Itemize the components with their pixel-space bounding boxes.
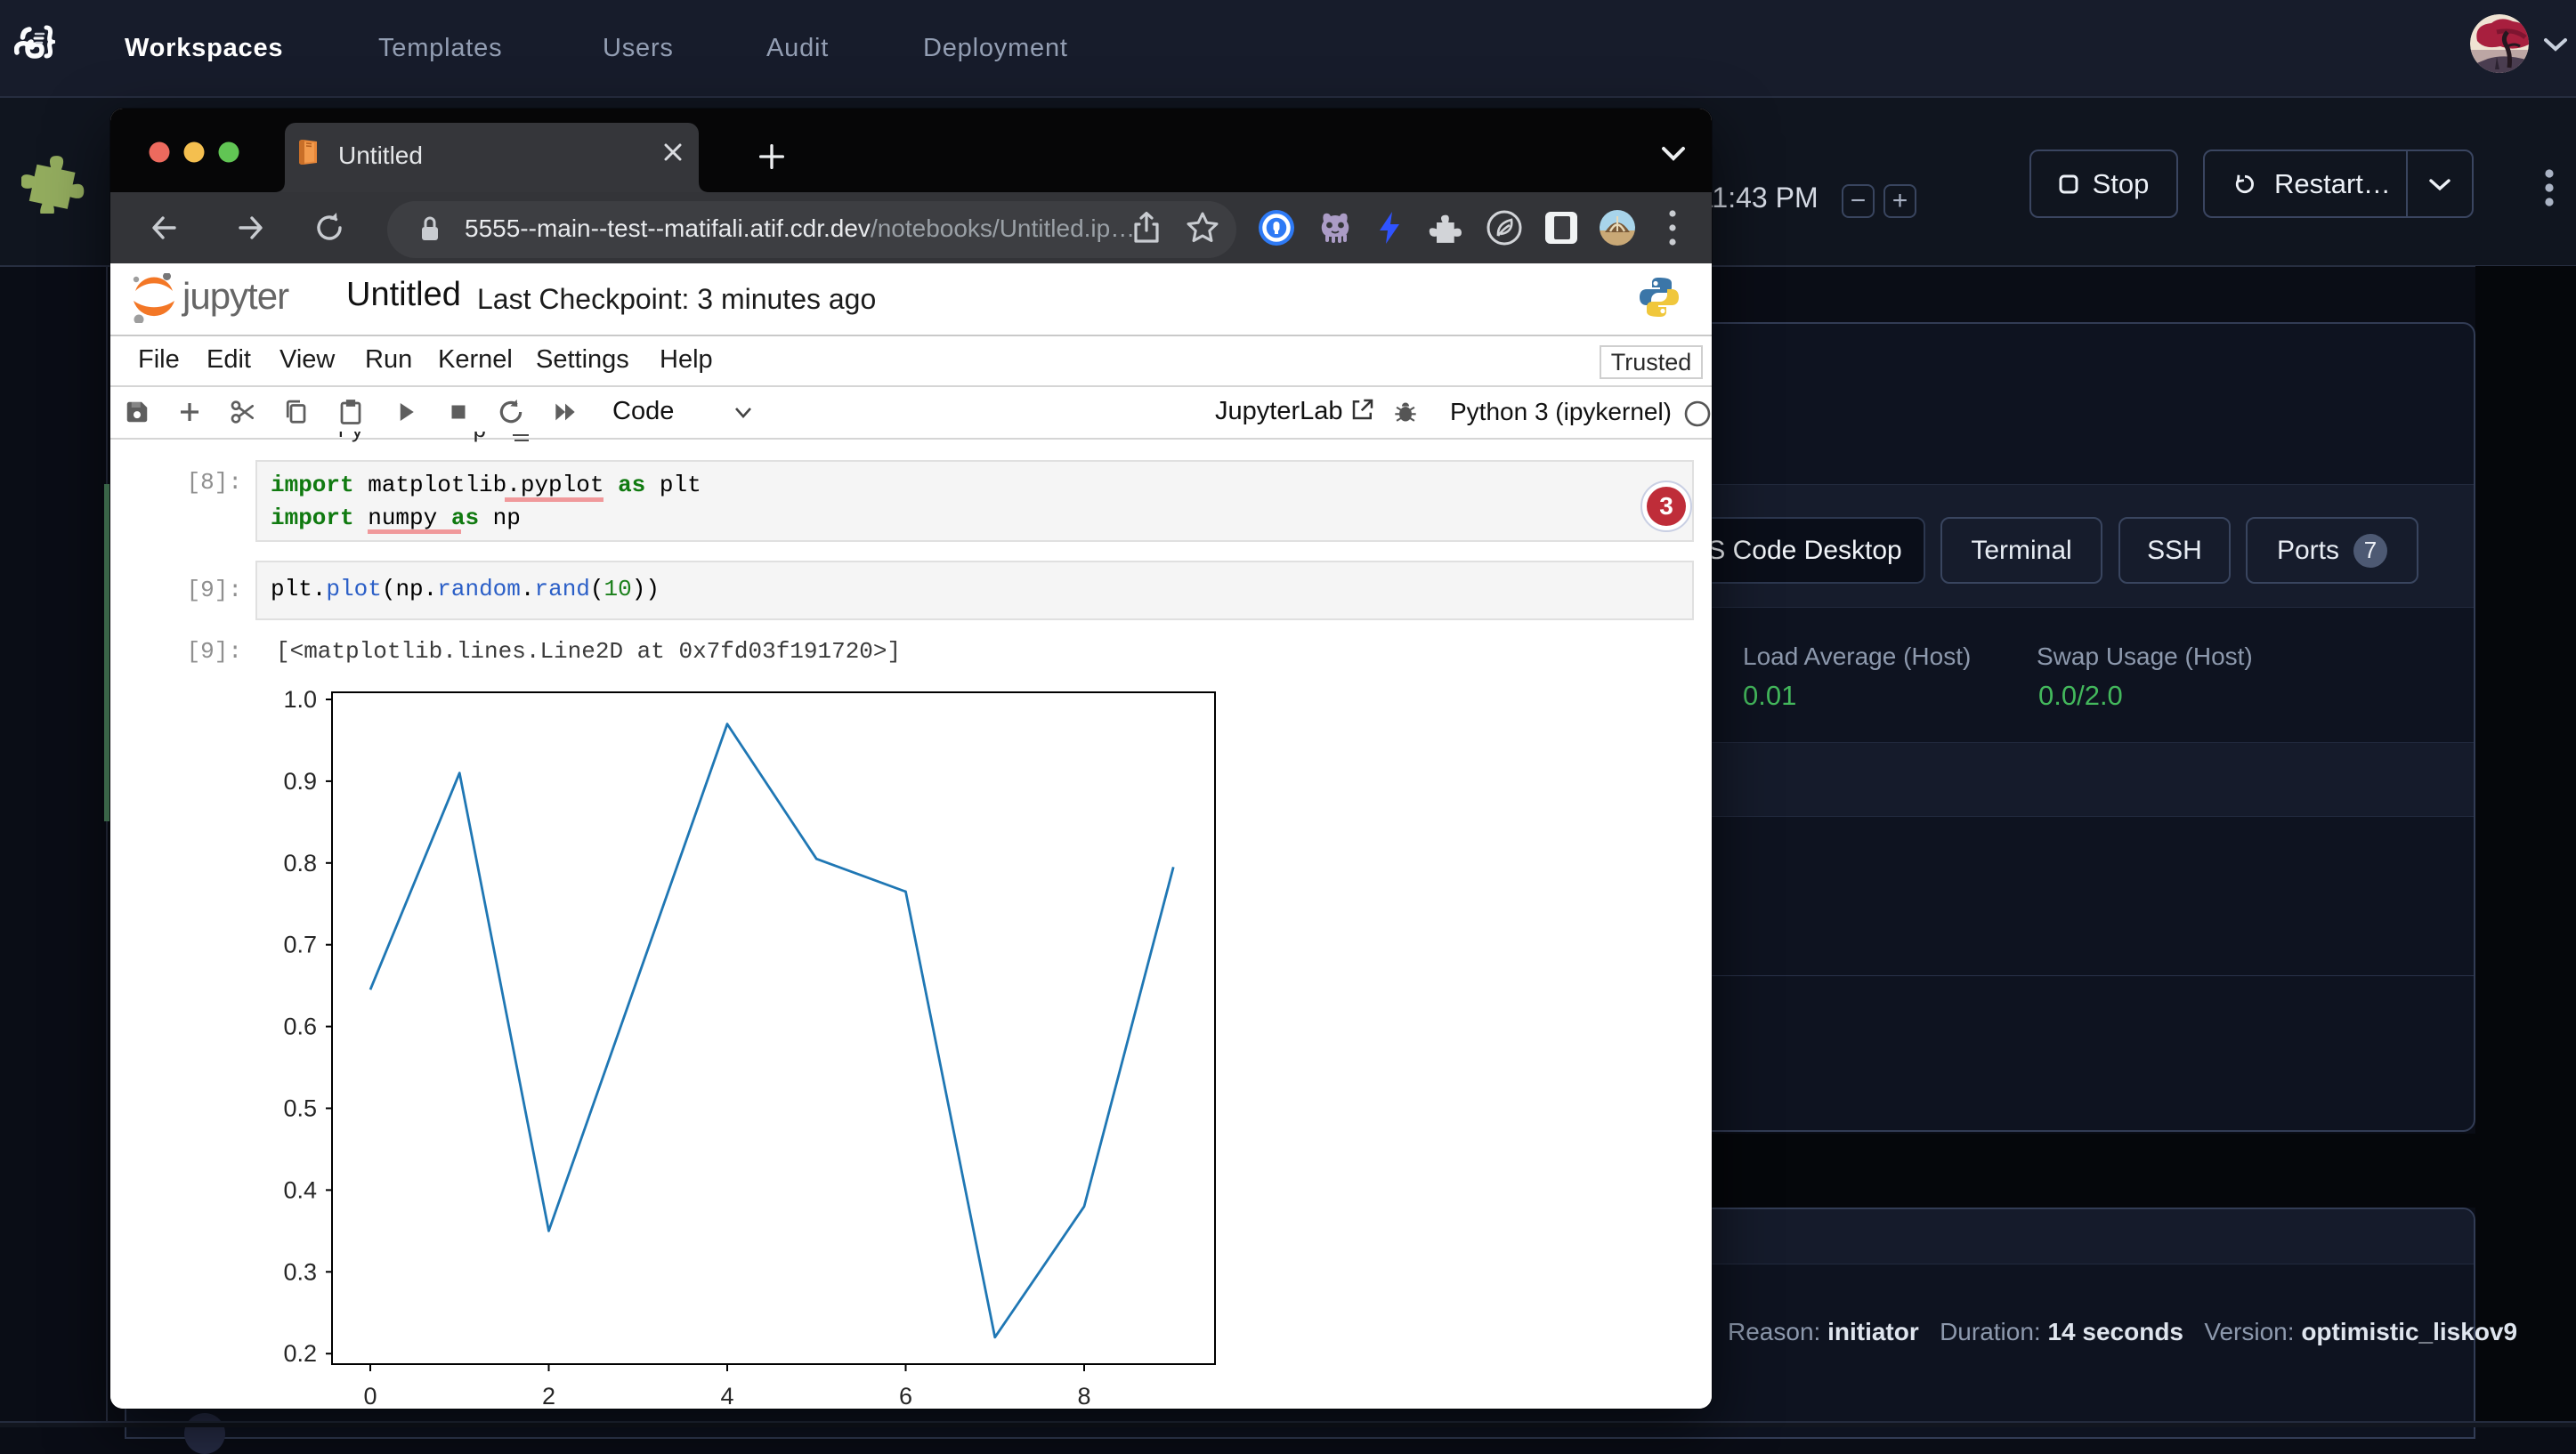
svg-text:0.5: 0.5 [283, 1095, 317, 1122]
svg-text:0.3: 0.3 [283, 1258, 317, 1285]
svg-text:0.7: 0.7 [283, 932, 317, 958]
svg-text:0.9: 0.9 [283, 768, 317, 795]
svg-text:8: 8 [1077, 1383, 1090, 1406]
svg-text:1.0: 1.0 [283, 686, 317, 713]
svg-text:6: 6 [899, 1383, 912, 1406]
svg-text:0.4: 0.4 [283, 1176, 317, 1203]
svg-text:0.6: 0.6 [283, 1014, 317, 1040]
svg-text:4: 4 [720, 1383, 733, 1406]
svg-text:0.8: 0.8 [283, 850, 317, 876]
svg-text:0.2: 0.2 [283, 1340, 317, 1367]
svg-text:2: 2 [542, 1383, 555, 1406]
svg-text:0: 0 [363, 1383, 377, 1406]
